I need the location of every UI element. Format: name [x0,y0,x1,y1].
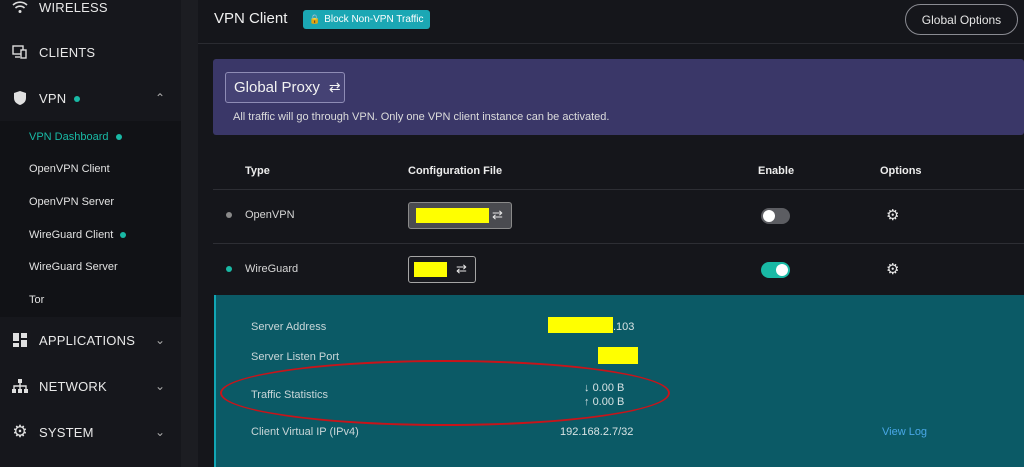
col-header-options: Options [880,165,922,177]
nav-system-label: SYSTEM [39,424,94,440]
col-header-type: Type [245,165,270,177]
nav-network-label: NETWORK [39,378,107,394]
global-options-button[interactable]: Global Options [905,4,1018,35]
row-type-wireguard: WireGuard [245,263,299,275]
wireguard-config-select[interactable]: ⇄ [408,256,476,283]
swap-icon: ⇄ [456,261,467,276]
nav-applications[interactable]: APPLICATIONS ⌄ [0,317,181,363]
shield-icon [12,90,28,106]
apps-icon [12,332,28,348]
sidebar-divider [181,0,198,467]
gear-icon: ⚙ [12,422,28,441]
toggle-knob [763,210,775,222]
col-header-config: Configuration File [408,165,503,177]
server-address-suffix: .103 [613,321,635,333]
server-address-label: Server Address [251,321,327,333]
chevron-up-icon: ⌃ [155,91,166,105]
submenu-wireguard-server[interactable]: WireGuard Server [29,261,118,273]
chevron-down-icon: ⌄ [155,425,166,439]
openvpn-status-dot [226,212,232,218]
redacted-config-name [416,208,489,223]
top-bar: VPN Client 🔒 Block Non-VPN Traffic Globa… [198,0,1024,44]
nav-applications-label: APPLICATIONS [39,332,136,348]
listen-port-label: Server Listen Port [251,351,340,363]
proxy-mode-button[interactable]: Global Proxy ⇄ [225,72,345,103]
nav-vpn[interactable]: VPN ⌃ [0,75,181,121]
chevron-down-icon: ⌄ [155,333,166,347]
wireguard-status-dot [226,266,232,272]
annotation-ellipse [220,360,670,426]
client-ip-value: 192.168.2.7/32 [560,426,634,438]
swap-icon: ⇄ [328,79,341,95]
network-icon [12,378,28,394]
redacted-config-name [414,262,447,277]
wifi-icon [12,0,28,15]
active-dot [115,134,122,141]
wireguard-client-dot [120,232,127,239]
nav-vpn-label: VPN [39,91,81,106]
lock-icon: 🔒 [309,14,321,24]
submenu-vpn-dashboard[interactable]: VPN Dashboard [29,131,122,143]
client-ip-label: Client Virtual IP (IPv4) [251,426,359,438]
row-type-openvpn: OpenVPN [245,209,295,221]
wireguard-options-gear-icon[interactable]: ⚙ [886,260,899,278]
submenu-openvpn-client[interactable]: OpenVPN Client [29,163,110,175]
toggle-knob [776,264,788,276]
nav-network[interactable]: NETWORK ⌄ [0,363,181,409]
openvpn-options-gear-icon[interactable]: ⚙ [886,206,899,224]
proxy-panel: Global Proxy ⇄ All traffic will go throu… [213,59,1024,135]
col-header-enable: Enable [758,165,795,177]
submenu-openvpn-server[interactable]: OpenVPN Server [29,196,114,208]
sidebar: WIRELESS CLIENTS VPN ⌃ VPN Dashboard Ope… [0,0,181,467]
page-title: VPN Client [214,10,288,27]
block-badge-label: Block Non-VPN Traffic [324,14,424,25]
redacted-server-address [548,317,613,333]
divider [213,189,1024,190]
wireguard-enable-toggle[interactable] [761,262,790,278]
swap-icon: ⇄ [492,207,503,222]
nav-clients[interactable]: CLIENTS [0,29,181,75]
vpn-status-dot [74,96,81,103]
submenu-tor[interactable]: Tor [29,294,44,306]
block-non-vpn-badge[interactable]: 🔒 Block Non-VPN Traffic [303,10,430,29]
openvpn-config-select[interactable]: ⇄ [408,202,512,229]
proxy-mode-label: Global Proxy [234,79,320,96]
clients-icon [12,44,28,60]
submenu-wireguard-client[interactable]: WireGuard Client [29,229,127,241]
proxy-description: All traffic will go through VPN. Only on… [233,111,610,123]
view-log-link[interactable]: View Log [882,426,927,438]
nav-system[interactable]: ⚙ SYSTEM ⌄ [0,409,181,455]
nav-clients-label: CLIENTS [39,44,96,60]
divider [213,243,1024,244]
openvpn-enable-toggle[interactable] [761,208,790,224]
chevron-down-icon: ⌄ [155,379,166,393]
redacted-listen-port [598,347,638,364]
nav-wireless[interactable]: WIRELESS [0,0,181,30]
vpn-submenu: VPN Dashboard OpenVPN Client OpenVPN Ser… [0,121,181,317]
nav-wireless-label: WIRELESS [39,0,108,15]
